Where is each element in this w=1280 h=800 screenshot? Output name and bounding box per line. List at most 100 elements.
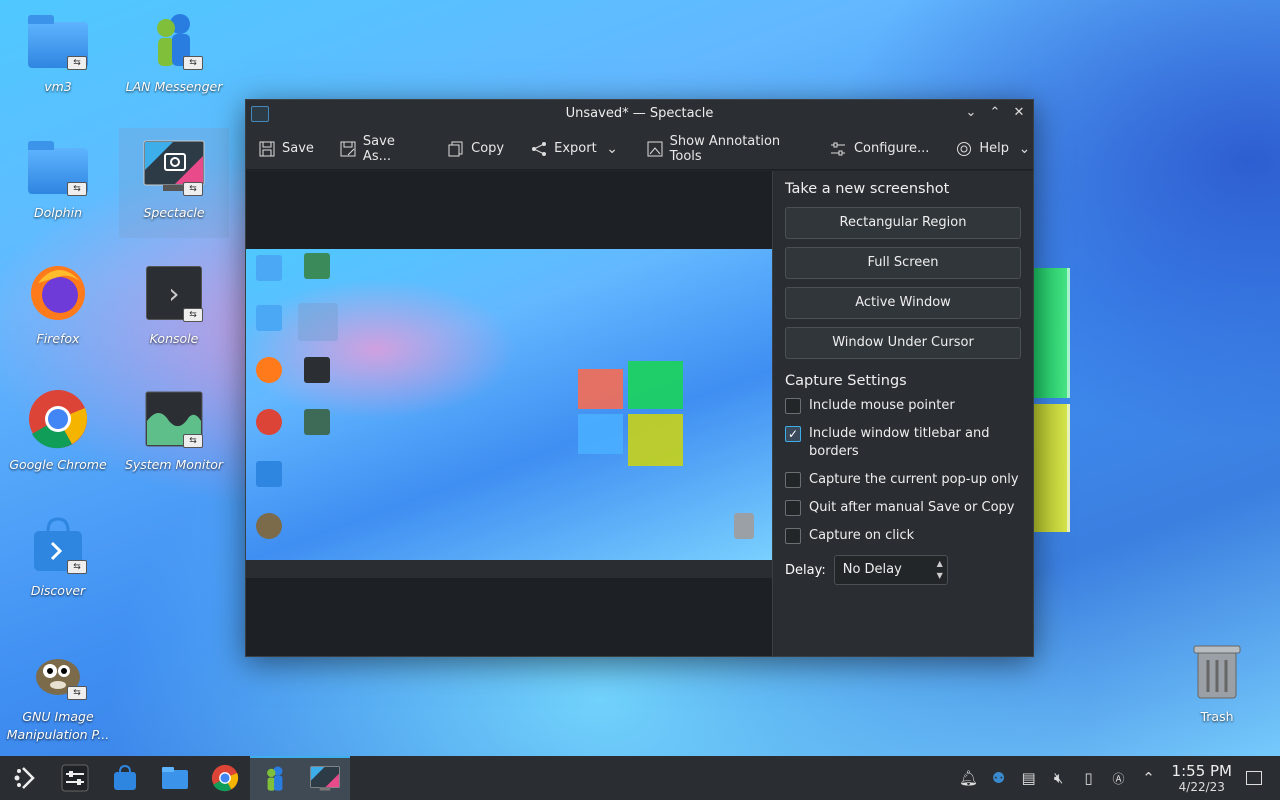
taskbar-system-settings[interactable] xyxy=(50,756,100,800)
desktop-icon-spectacle[interactable]: ⇆ Spectacle xyxy=(119,128,229,238)
option-label: Capture on click xyxy=(809,528,915,543)
spin-arrows-icon[interactable]: ▲ ▼ xyxy=(937,558,943,582)
save-as-button[interactable]: Save As... xyxy=(340,134,421,164)
desktop-icon-vm3[interactable]: ⇆ vm3 xyxy=(3,2,113,112)
taskbar-spectacle[interactable] xyxy=(300,756,350,800)
desktop-icon-gimp[interactable]: ⇆ GNU Image Manipulation P... xyxy=(3,632,113,750)
taskbar-lan-messenger[interactable] xyxy=(250,756,300,800)
delay-label: Delay: xyxy=(785,562,826,578)
desktop-icon-label: Dolphin xyxy=(34,205,82,220)
mini-spectacle-icon xyxy=(298,303,338,341)
wallpaper-yellow-pane xyxy=(1034,404,1070,532)
window-titlebar[interactable]: Unsaved* — Spectacle ⌄ ⌃ ✕ xyxy=(246,100,1033,128)
copy-button[interactable]: Copy xyxy=(447,140,504,157)
checkbox-checked[interactable]: ✓ xyxy=(785,426,801,442)
help-icon xyxy=(955,140,972,157)
system-monitor-icon: ⇆ xyxy=(143,388,205,450)
taskbar: 🔔︎ ⚉ ▤ 🔇︎ ▯ Ⓐ ⌃ 1:55 PM 4/22/23 xyxy=(0,756,1280,800)
mini-chrome-icon xyxy=(256,409,282,435)
capture-settings-heading: Capture Settings xyxy=(785,373,907,389)
quit-after-save-option[interactable]: Quit after manual Save or Copy xyxy=(785,499,1021,517)
maximize-icon[interactable]: ⌃ xyxy=(987,104,1003,122)
application-launcher[interactable] xyxy=(0,756,50,800)
annotation-tools-button[interactable]: Show Annotation Tools xyxy=(647,134,804,164)
chrome-icon xyxy=(27,388,89,450)
desktop-icon-trash[interactable]: Trash xyxy=(1162,632,1272,742)
clock[interactable]: 1:55 PM 4/22/23 xyxy=(1172,762,1232,794)
folder-icon: ⇆ xyxy=(27,10,89,72)
taskbar-chrome[interactable] xyxy=(200,756,250,800)
mini-monitor-icon xyxy=(304,409,330,435)
screenshot-preview[interactable] xyxy=(246,171,772,656)
include-titlebar-option[interactable]: ✓ Include window titlebar and borders xyxy=(785,425,1021,461)
chevron-down-icon[interactable]: ⌄ xyxy=(963,104,979,122)
usb-device-icon[interactable]: ▯ xyxy=(1074,769,1104,787)
desktop-icon-system-monitor[interactable]: ⇆ System Monitor xyxy=(119,380,229,490)
folder-icon xyxy=(162,767,188,789)
export-button[interactable]: Export ⌄ xyxy=(530,140,621,157)
save-button[interactable]: Save xyxy=(258,140,314,157)
active-window-button[interactable]: Active Window xyxy=(785,287,1021,319)
input-method-icon[interactable]: Ⓐ xyxy=(1104,770,1134,787)
checkbox[interactable] xyxy=(785,398,801,414)
delay-spinbox[interactable]: No Delay ▲ ▼ xyxy=(833,555,948,585)
notifications-icon[interactable]: 🔔︎ xyxy=(954,769,984,787)
help-button[interactable]: Help ⌄ xyxy=(955,140,1033,157)
dolphin-folder-icon: ⇆ xyxy=(27,136,89,198)
checkbox[interactable] xyxy=(785,500,801,516)
settings-icon xyxy=(61,764,89,792)
lan-messenger-tray-icon[interactable]: ⚉ xyxy=(984,769,1014,787)
close-icon[interactable]: ✕ xyxy=(1011,104,1027,122)
clipboard-icon[interactable]: ▤ xyxy=(1014,769,1044,787)
volume-muted-icon[interactable]: 🔇︎ xyxy=(1044,769,1074,787)
spectacle-icon xyxy=(310,766,340,791)
help-label: Help xyxy=(979,141,1009,156)
rectangular-region-button[interactable]: Rectangular Region xyxy=(785,207,1021,239)
save-as-label: Save As... xyxy=(362,133,395,164)
desktop-icon-konsole[interactable]: › ⇆ Konsole xyxy=(119,254,229,364)
discover-icon xyxy=(114,765,136,790)
desktop-icon-label: vm3 xyxy=(44,79,72,94)
copy-icon xyxy=(447,140,464,157)
desktop-icon-label: Trash xyxy=(1200,709,1234,724)
spectacle-icon: ⇆ xyxy=(143,136,205,198)
spectacle-window: Unsaved* — Spectacle ⌄ ⌃ ✕ Save Save As.… xyxy=(245,99,1034,657)
delay-row: Delay: No Delay ▲ ▼ xyxy=(785,555,1021,585)
desktop-icon-discover[interactable]: ⇆ Discover xyxy=(3,506,113,616)
mini-firefox-icon xyxy=(256,357,282,383)
toolbar: Save Save As... Copy Export ⌄ Show Annot… xyxy=(246,128,1033,170)
desktop-icon-label: GNU Image Manipulation P... xyxy=(6,709,110,742)
desktop-icon-label: Firefox xyxy=(36,331,80,346)
full-screen-button[interactable]: Full Screen xyxy=(785,247,1021,279)
desktop-icon-label: Discover xyxy=(30,583,86,598)
configure-label: Configure... xyxy=(853,141,930,156)
mini-windows-logo xyxy=(578,361,683,466)
desktop-icon-dolphin[interactable]: ⇆ Dolphin xyxy=(3,128,113,238)
capture-on-click-option[interactable]: Capture on click xyxy=(785,527,1021,545)
option-label: Quit after manual Save or Copy xyxy=(809,500,1015,515)
chevron-up-icon[interactable]: ⌃ xyxy=(1134,769,1164,787)
capture-popup-option[interactable]: Capture the current pop-up only xyxy=(785,471,1021,489)
configure-button[interactable]: Configure... xyxy=(830,140,929,157)
discover-icon: ⇆ xyxy=(27,514,89,576)
include-mouse-pointer-option[interactable]: Include mouse pointer xyxy=(785,397,1021,415)
option-label: Include window titlebar and borders xyxy=(809,426,990,459)
window-under-cursor-button[interactable]: Window Under Cursor xyxy=(785,327,1021,359)
mini-folder-icon xyxy=(256,305,282,331)
desktop-icon-lan-messenger[interactable]: ⇆ LAN Messenger xyxy=(119,2,229,112)
checkbox[interactable] xyxy=(785,528,801,544)
show-desktop-button[interactable] xyxy=(1246,771,1262,785)
desktop-icon-firefox[interactable]: Firefox xyxy=(3,254,113,364)
save-icon xyxy=(258,140,275,157)
export-label: Export xyxy=(554,141,597,156)
taskbar-dolphin[interactable] xyxy=(150,756,200,800)
desktop-icon-label: Konsole xyxy=(149,331,199,346)
desktop-icon-google-chrome[interactable]: Google Chrome xyxy=(3,380,113,490)
checkbox[interactable] xyxy=(785,472,801,488)
clock-time: 1:55 PM xyxy=(1171,762,1232,780)
wallpaper-green-pane xyxy=(1034,268,1070,398)
mini-lan-icon xyxy=(304,253,330,279)
mini-discover-icon xyxy=(256,461,282,487)
taskbar-discover[interactable] xyxy=(100,756,150,800)
mini-konsole-icon xyxy=(304,357,330,383)
